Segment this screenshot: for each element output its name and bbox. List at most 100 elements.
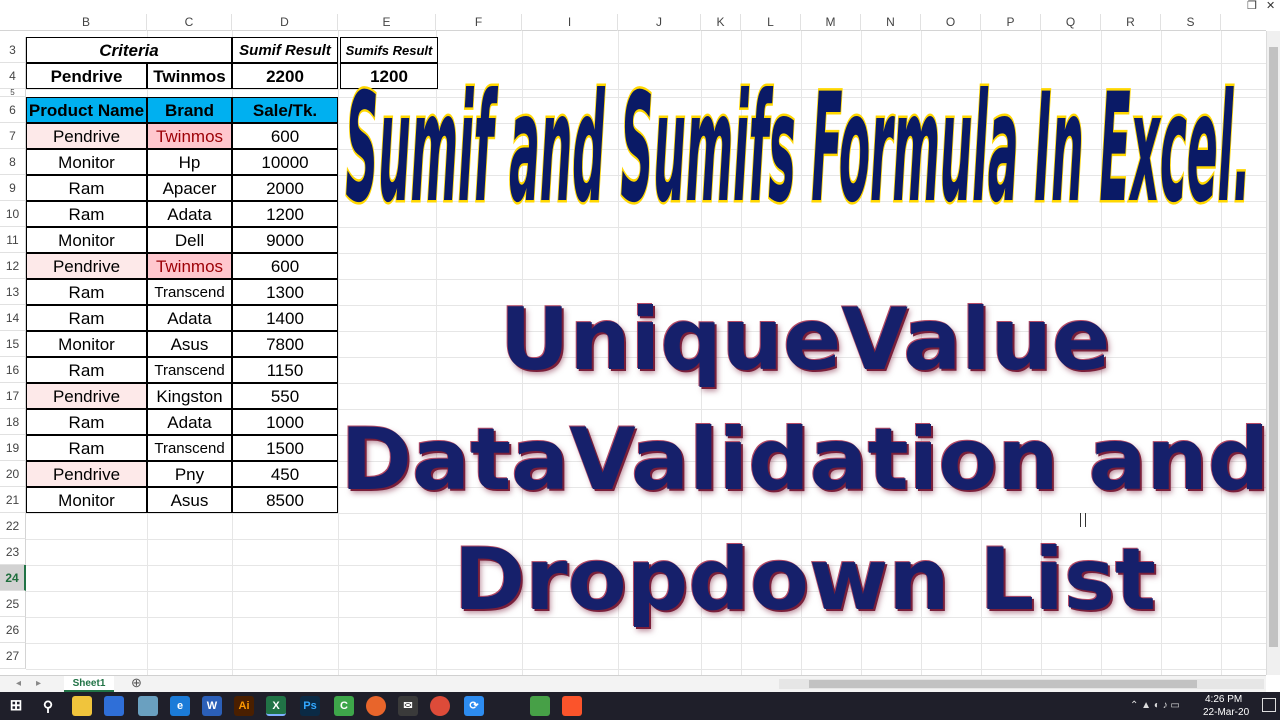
green-app-icon[interactable]	[530, 696, 550, 716]
row-header-20[interactable]: 20	[0, 461, 26, 487]
table-cell-brand[interactable]: Apacer	[147, 175, 232, 201]
row-header-21[interactable]: 21	[0, 487, 26, 513]
table-cell-sale[interactable]: 1300	[232, 279, 338, 305]
prev-sheet-icon[interactable]: ◂	[16, 678, 21, 689]
table-cell-sale[interactable]: 8500	[232, 487, 338, 513]
table-cell-sale[interactable]: 7800	[232, 331, 338, 357]
row-header-9[interactable]: 9	[0, 175, 26, 201]
table-cell-sale[interactable]: 1000	[232, 409, 338, 435]
row-header-12[interactable]: 12	[0, 253, 26, 279]
table-cell-product[interactable]: Pendrive	[26, 461, 147, 487]
criteria-product-cell[interactable]: Pendrive	[26, 63, 147, 89]
row-header-17[interactable]: 17	[0, 383, 26, 409]
column-header-q[interactable]: Q	[1041, 14, 1101, 31]
table-cell-product[interactable]: Pendrive	[26, 383, 147, 409]
column-header-m[interactable]: M	[801, 14, 861, 31]
sumif-result-cell[interactable]: 2200	[232, 63, 338, 89]
table-cell-brand[interactable]: Pny	[147, 461, 232, 487]
edge-icon[interactable]: e	[170, 696, 190, 716]
row-header-15[interactable]: 15	[0, 331, 26, 357]
excel-icon[interactable]: X	[266, 696, 286, 716]
table-cell-brand[interactable]: Kingston	[147, 383, 232, 409]
table-cell-product[interactable]: Ram	[26, 201, 147, 227]
clock-date[interactable]: 22-Mar-20	[1203, 707, 1249, 718]
row-header-18[interactable]: 18	[0, 409, 26, 435]
row-header-19[interactable]: 19	[0, 435, 26, 461]
store-icon[interactable]	[104, 696, 124, 716]
table-cell-sale[interactable]: 10000	[232, 149, 338, 175]
firefox-icon[interactable]	[366, 696, 386, 716]
tray-icons[interactable]: ⌃ ▲ ◐ ♪ ▭	[1130, 700, 1180, 711]
restore-icon[interactable]: ❐	[1247, 0, 1257, 12]
vertical-scrollbar[interactable]	[1266, 31, 1280, 675]
table-cell-product[interactable]: Monitor	[26, 227, 147, 253]
sheet-tab-sheet1[interactable]: Sheet1	[64, 676, 114, 692]
table-cell-sale[interactable]: 1150	[232, 357, 338, 383]
photoshop-icon[interactable]: Ps	[300, 696, 320, 716]
table-cell-product[interactable]: Ram	[26, 305, 147, 331]
row-header-24[interactable]: 24	[0, 565, 26, 591]
column-header-n[interactable]: N	[861, 14, 921, 31]
add-sheet-icon[interactable]: ⊕	[131, 675, 142, 691]
row-header-16[interactable]: 16	[0, 357, 26, 383]
table-cell-product[interactable]: Monitor	[26, 487, 147, 513]
criteria-label-cell[interactable]: Criteria	[26, 37, 232, 63]
horizontal-scrollbar[interactable]	[779, 679, 1264, 689]
column-header-i[interactable]: I	[522, 14, 618, 31]
criteria-brand-cell[interactable]: Twinmos	[147, 63, 232, 89]
file-explorer-icon[interactable]	[72, 696, 92, 716]
brave-icon[interactable]	[562, 696, 582, 716]
illustrator-icon[interactable]: Ai	[234, 696, 254, 716]
table-cell-product[interactable]: Ram	[26, 175, 147, 201]
table-cell-product[interactable]: Monitor	[26, 149, 147, 175]
table-cell-sale[interactable]: 600	[232, 253, 338, 279]
row-header-7[interactable]: 7	[0, 123, 26, 149]
table-cell-brand[interactable]: Asus	[147, 487, 232, 513]
table-cell-brand[interactable]: Dell	[147, 227, 232, 253]
next-sheet-icon[interactable]: ▸	[36, 678, 41, 689]
camtasia-icon[interactable]: C	[334, 696, 354, 716]
table-cell-brand[interactable]: Hp	[147, 149, 232, 175]
table-cell-brand[interactable]: Adata	[147, 305, 232, 331]
column-header-k[interactable]: K	[701, 14, 741, 31]
column-header-r[interactable]: R	[1101, 14, 1161, 31]
row-header-26[interactable]: 26	[0, 617, 26, 643]
row-header-3[interactable]: 3	[0, 37, 26, 63]
table-cell-product[interactable]: Monitor	[26, 331, 147, 357]
column-header-f[interactable]: F	[436, 14, 522, 31]
table-cell-sale[interactable]: 1200	[232, 201, 338, 227]
chrome-icon[interactable]	[430, 696, 450, 716]
table-cell-brand[interactable]: Twinmos	[147, 253, 232, 279]
app-icon[interactable]	[138, 696, 158, 716]
column-header-s[interactable]: S	[1161, 14, 1221, 31]
search-icon[interactable]: ⚲	[38, 696, 58, 716]
column-header-j[interactable]: J	[618, 14, 701, 31]
row-header-25[interactable]: 25	[0, 591, 26, 617]
column-header-l[interactable]: L	[741, 14, 801, 31]
table-cell-sale[interactable]: 450	[232, 461, 338, 487]
close-icon[interactable]: ✕	[1266, 0, 1275, 12]
row-header-22[interactable]: 22	[0, 513, 26, 539]
table-cell-sale[interactable]: 9000	[232, 227, 338, 253]
table-cell-product[interactable]: Ram	[26, 435, 147, 461]
row-header-14[interactable]: 14	[0, 305, 26, 331]
row-header-8[interactable]: 8	[0, 149, 26, 175]
column-header-o[interactable]: O	[921, 14, 981, 31]
table-cell-sale[interactable]: 600	[232, 123, 338, 149]
table-cell-sale[interactable]: 550	[232, 383, 338, 409]
table-header-cell[interactable]: Product Name	[26, 97, 147, 123]
column-header-b[interactable]: B	[26, 14, 147, 31]
word-icon[interactable]: W	[202, 696, 222, 716]
table-cell-sale[interactable]: 2000	[232, 175, 338, 201]
row-header-10[interactable]: 10	[0, 201, 26, 227]
clock-time[interactable]: 4:26 PM	[1205, 694, 1242, 705]
table-header-cell[interactable]: Sale/Tk.	[232, 97, 338, 123]
table-cell-brand[interactable]: Asus	[147, 331, 232, 357]
table-cell-sale[interactable]: 1500	[232, 435, 338, 461]
column-header-d[interactable]: D	[232, 14, 338, 31]
table-cell-product[interactable]: Ram	[26, 357, 147, 383]
mail-icon[interactable]: ✉	[398, 696, 418, 716]
horizontal-scroll-thumb[interactable]	[809, 680, 1197, 688]
vertical-scroll-thumb[interactable]	[1269, 47, 1278, 647]
table-cell-product[interactable]: Ram	[26, 279, 147, 305]
